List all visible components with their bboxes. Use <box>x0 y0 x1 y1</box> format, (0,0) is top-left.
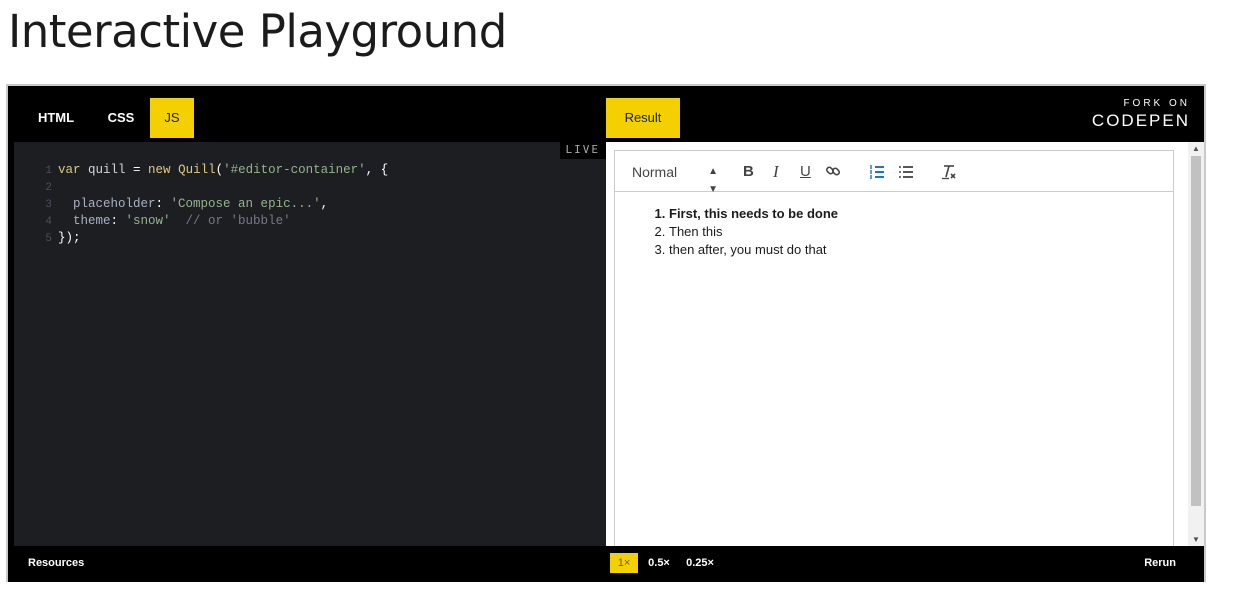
code-token: '#editor-container' <box>223 163 366 177</box>
bullet-list-icon <box>899 166 913 178</box>
list-item-text: then after, you must do that <box>669 242 827 257</box>
code-token: var <box>58 163 81 177</box>
quill-editor: Normal ▲ ▼ B I U 1. First, this needs to… <box>614 150 1174 550</box>
editor-content[interactable]: First, this needs to be done Then this t… <box>615 205 1173 259</box>
code-line: 2 <box>14 179 58 196</box>
list-item-text: Then this <box>669 224 723 239</box>
result-scrollbar[interactable]: ▲ ▼ <box>1188 142 1204 546</box>
code-line: 3 placeholder: 'Compose an epic...', <box>14 196 328 213</box>
tab-js[interactable]: JS <box>150 98 194 138</box>
line-number: 2 <box>45 182 52 194</box>
code-token: : <box>110 214 126 228</box>
live-badge: LIVE <box>559 142 606 159</box>
code-token: = <box>133 163 141 177</box>
list-item-text: First, this needs to be done <box>669 206 839 221</box>
tab-html[interactable]: HTML <box>26 98 86 138</box>
quill-toolbar: Normal ▲ ▼ B I U <box>615 151 1173 195</box>
code-token: ( <box>215 163 224 177</box>
fork-on-label: FORK ON <box>1123 98 1190 109</box>
codepen-embed: HTML CSS JS Result FORK ON CODEPEN LIVE … <box>6 84 1206 582</box>
ordered-list-button[interactable] <box>869 164 885 185</box>
resources-button[interactable]: Resources <box>28 557 84 569</box>
rerun-button[interactable]: Rerun <box>1144 557 1176 569</box>
code-line: 1 var quill = new Quill('#editor-containe… <box>14 162 388 179</box>
code-line: 5}); <box>14 230 81 247</box>
line-number: 5 <box>45 233 52 245</box>
zoom-1x-button[interactable]: 1× <box>610 553 638 573</box>
result-frame: Normal ▲ ▼ B I U 1. First, this needs to… <box>606 142 1188 550</box>
code-token: : <box>155 197 171 211</box>
code-line: 4 theme: 'snow' // or 'bubble' <box>14 213 291 230</box>
code-token: }); <box>58 231 81 245</box>
code-token: quill <box>80 163 134 177</box>
list-item: Then this <box>669 223 1173 241</box>
code-token: 'Compose an epic...' <box>170 197 321 211</box>
code-token: 'snow' <box>125 214 171 228</box>
bullet-list-button[interactable] <box>898 164 914 185</box>
scroll-down-arrow-icon[interactable]: ▼ <box>1188 535 1204 544</box>
header-select-value: Normal <box>632 164 678 180</box>
underline-button[interactable]: U <box>800 163 811 181</box>
page-title: Interactive Playground <box>8 5 507 58</box>
codepen-logo: CODEPEN <box>1091 111 1190 130</box>
embed-top-bar: HTML CSS JS Result FORK ON CODEPEN <box>8 86 1204 142</box>
line-number: 4 <box>45 216 52 228</box>
tab-result[interactable]: Result <box>606 98 680 138</box>
italic-button[interactable]: I <box>773 163 779 181</box>
link-button[interactable] <box>825 163 841 184</box>
list-item: then after, you must do that <box>669 241 1173 259</box>
header-select[interactable]: Normal ▲ ▼ <box>632 163 718 195</box>
code-token: // or 'bubble' <box>170 214 291 228</box>
fork-on-codepen-link[interactable]: FORK ON CODEPEN <box>1092 98 1190 132</box>
zoom-05x-button[interactable]: 0.5× <box>644 553 674 573</box>
line-number: 3 <box>45 199 52 211</box>
tab-css[interactable]: CSS <box>96 98 146 138</box>
code-token: Quill <box>178 163 216 177</box>
code-token: , <box>320 197 329 211</box>
bold-button[interactable]: B <box>743 163 754 181</box>
clear-formatting-icon <box>942 165 956 180</box>
scroll-up-arrow-icon[interactable]: ▲ <box>1188 144 1204 153</box>
code-token: placeholder <box>58 197 156 211</box>
clean-format-button[interactable] <box>941 164 957 185</box>
js-code-editor[interactable]: LIVE 1 var quill = new Quill('#editor-con… <box>14 142 606 546</box>
code-token: theme <box>58 214 111 228</box>
ordered-list: First, this needs to be done Then this t… <box>615 205 1173 259</box>
list-item: First, this needs to be done <box>669 205 1173 223</box>
code-token: , { <box>365 163 389 177</box>
scrollbar-thumb[interactable] <box>1191 156 1201 506</box>
code-token: new <box>140 163 179 177</box>
zoom-025x-button[interactable]: 0.25× <box>682 553 718 573</box>
embed-bottom-bar: Resources 1× 0.5× 0.25× Rerun <box>8 546 1204 582</box>
line-number: 1 <box>45 165 52 177</box>
link-icon <box>825 166 841 176</box>
ordered-list-icon <box>870 165 884 179</box>
select-arrows-icon: ▲ ▼ <box>708 166 718 195</box>
